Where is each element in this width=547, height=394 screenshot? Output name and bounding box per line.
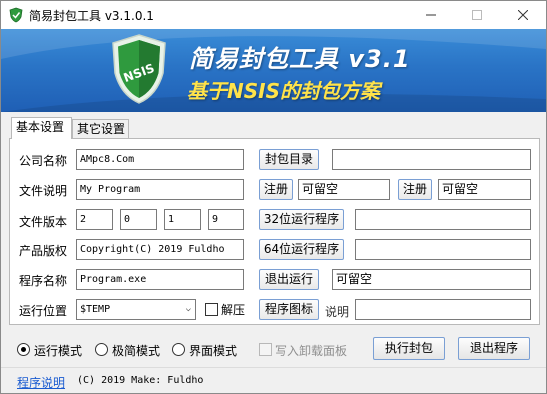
run-32bit-button[interactable]: 32位运行程序 [259,209,344,230]
desc-input[interactable] [355,299,531,320]
maximize-icon [472,10,482,20]
program-input[interactable]: Program.exe [76,269,244,290]
minimal-mode-label: 极简模式 [112,344,161,358]
run-32bit-input[interactable] [355,209,531,230]
unzip-checkbox[interactable] [205,303,218,316]
version-label: 文件版本 [19,215,68,229]
banner-subtitle: 基于NSIS的封包方案 [187,79,380,103]
run-mode-label: 运行模式 [34,344,83,358]
copyright-label: 产品版权 [19,244,68,258]
register-input-2[interactable]: 可留空 [438,179,531,200]
register-input-1[interactable]: 可留空 [298,179,390,200]
minimize-button[interactable] [408,1,454,29]
description-label: 文件说明 [19,184,68,198]
run-mode-radio[interactable] [17,343,30,356]
close-icon [518,10,528,20]
package-dir-button[interactable]: 封包目录 [259,149,319,170]
version-minor-input[interactable]: 0 [120,209,157,230]
tab-other-settings[interactable]: 其它设置 [72,119,129,139]
exit-run-button[interactable]: 退出运行 [259,269,319,290]
register-button-2[interactable]: 注册 [398,179,432,200]
unzip-label: 解压 [221,303,246,317]
execute-package-button[interactable]: 执行封包 [373,337,445,360]
minimal-mode-radio[interactable] [95,343,108,356]
status-bar: 程序说明 (C) 2019 Make: Fuldho [1,367,546,393]
exit-program-button[interactable]: 退出程序 [458,337,530,360]
register-button-1[interactable]: 注册 [259,179,293,200]
version-build-input[interactable]: 1 [164,209,201,230]
banner-title: 简易封包工具 v3.1 [189,45,411,73]
maximize-button[interactable] [454,1,500,29]
app-shield-icon [9,7,23,23]
minimize-icon [426,14,436,16]
chevron-down-icon: ⌵ [185,304,191,314]
location-value: $TEMP [80,304,111,315]
ui-mode-radio[interactable] [172,343,185,356]
window-title: 简易封包工具 v3.1.0.1 [29,9,154,23]
uninstall-panel-checkbox[interactable] [259,343,272,356]
exit-run-input[interactable]: 可留空 [332,269,531,290]
run-64bit-button[interactable]: 64位运行程序 [259,239,344,260]
run-64bit-input[interactable] [355,239,531,260]
company-label: 公司名称 [19,154,68,168]
uninstall-panel-label: 写入卸载面板 [275,344,348,358]
company-input[interactable]: AMpc8.Com [76,149,244,170]
version-revision-input[interactable]: 9 [208,209,244,230]
program-icon-button[interactable]: 程序图标 [259,299,319,320]
help-link[interactable]: 程序说明 [17,374,65,391]
main-window: 简易封包工具 v3.1.0.1 NSIS 简易封包工具 v3.1 基于NSIS的… [0,0,547,394]
header-banner: NSIS 简易封包工具 v3.1 基于NSIS的封包方案 [1,29,546,112]
copyright-input[interactable]: Copyright(C) 2019 Fuldho [76,239,244,260]
nsis-shield-logo: NSIS [112,34,166,104]
copyright-text: (C) 2019 Make: Fuldho [77,375,204,386]
version-major-input[interactable]: 2 [76,209,113,230]
description-input[interactable]: My Program [76,179,244,200]
close-button[interactable] [500,1,546,29]
ui-mode-label: 界面模式 [189,344,238,358]
location-label: 运行位置 [19,304,68,318]
package-dir-input[interactable] [332,149,531,170]
program-label: 程序名称 [19,274,68,288]
tab-basic-settings[interactable]: 基本设置 [11,117,72,139]
desc-label: 说明 [325,305,350,319]
title-bar: 简易封包工具 v3.1.0.1 [1,1,546,29]
location-select[interactable]: $TEMP ⌵ [76,299,196,320]
